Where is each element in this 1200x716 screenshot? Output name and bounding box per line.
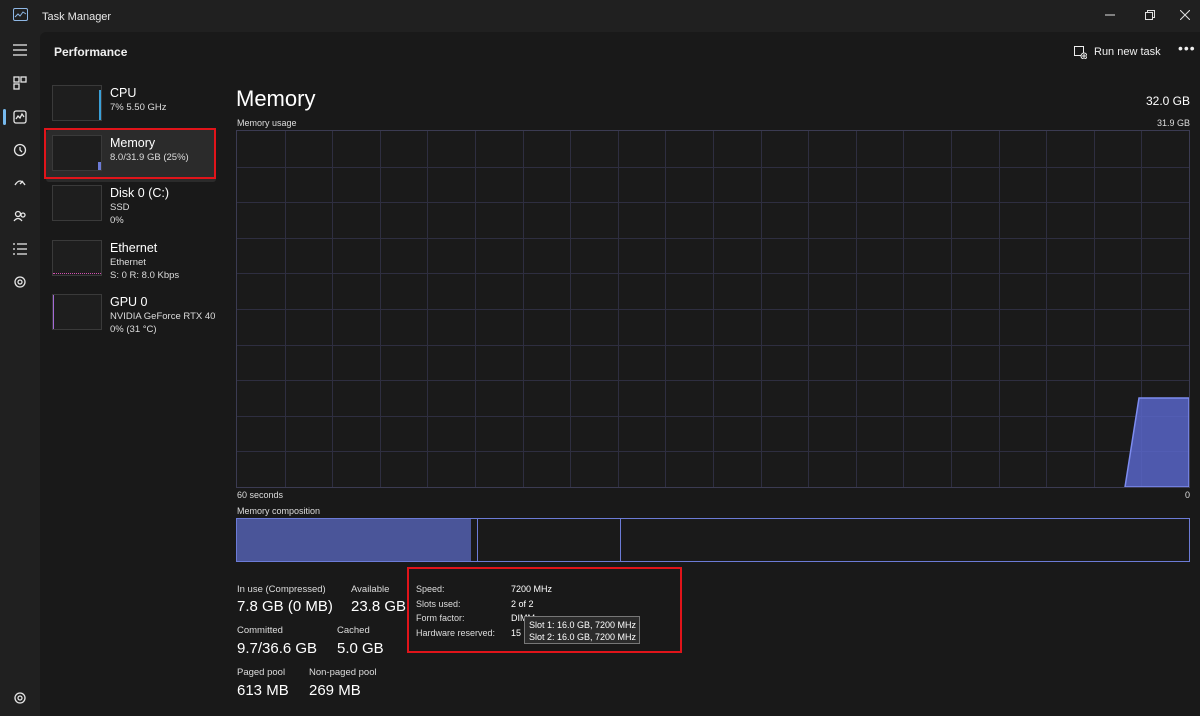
graph-time-end: 0 [1184,490,1190,500]
composition-in-use [237,519,471,561]
gpu-thumbnail-graph [52,294,102,330]
users-icon[interactable] [0,201,40,231]
cached-label: Cached [337,625,370,636]
memory-composition-label: Memory composition [237,506,321,516]
cached-value: 5.0 GB [337,640,384,657]
window-title: Task Manager [42,11,112,23]
processes-icon[interactable] [0,68,40,98]
hamburger-menu-icon[interactable] [0,35,40,65]
services-icon[interactable] [0,267,40,297]
available-label: Available [351,584,390,595]
page-title: Performance [54,45,128,59]
memory-usage-plot [237,131,1190,488]
memory-usage-graph [236,130,1190,488]
device-detail: SSD [110,202,130,213]
navigation-rail [0,32,40,716]
paged-pool-label: Paged pool [237,667,286,678]
memory-usage-label: Memory usage [237,118,297,128]
title-bar: Task Manager [0,0,1200,32]
device-item-disk[interactable]: Disk 0 (C:) SSD 0% [46,180,216,232]
in-use-label: In use (Compressed) [237,584,326,595]
device-item-ethernet[interactable]: Ethernet Ethernet S: 0 R: 8.0 Kbps [46,235,216,287]
available-value: 23.8 GB [351,598,407,615]
more-options-icon[interactable]: ••• [1178,40,1196,56]
content-area: Performance Run new task ••• CPU 7% 5.50… [40,32,1200,716]
app-history-icon[interactable] [0,135,40,165]
details-icon[interactable] [0,234,40,264]
settings-gear-icon[interactable] [0,683,40,713]
composition-standby [478,519,621,561]
device-detail: 0% [110,215,124,226]
device-name: CPU [110,86,137,100]
paged-pool-value: 613 MB [237,682,289,699]
memory-composition-bar [236,518,1190,562]
close-button[interactable] [1162,0,1200,30]
device-item-cpu[interactable]: CPU 7% 5.50 GHz [46,80,216,132]
memory-highlight-box [44,128,216,179]
device-detail: Ethernet [110,257,146,268]
device-detail: S: 0 R: 8.0 Kbps [110,270,180,281]
graph-time-start: 60 seconds [237,490,284,500]
composition-modified [471,519,478,561]
memory-usage-area [1124,397,1190,488]
device-detail: 7% 5.50 GHz [110,102,167,113]
composition-free [621,519,1189,561]
memory-heading: Memory [236,86,316,111]
nonpaged-pool-label: Non-paged pool [309,667,377,678]
committed-label: Committed [237,625,283,636]
in-use-value: 7.8 GB (0 MB) [237,598,333,615]
committed-value: 9.7/36.6 GB [237,640,318,657]
run-task-icon [1074,45,1087,59]
run-new-task-button[interactable]: Run new task [1074,43,1161,61]
memory-total: 32.0 GB [1145,94,1190,108]
device-name: Ethernet [110,241,158,255]
nonpaged-pool-value: 269 MB [309,682,361,699]
memory-usage-max: 31.9 GB [1156,118,1190,128]
device-item-gpu[interactable]: GPU 0 NVIDIA GeForce RTX 407 0% (31 °C) [46,289,216,341]
device-name: GPU 0 [110,295,148,309]
run-new-task-label: Run new task [1094,46,1161,58]
startup-apps-icon[interactable] [0,168,40,198]
device-detail: NVIDIA GeForce RTX 407 [110,311,216,322]
disk-thumbnail-graph [52,185,102,221]
device-name: Disk 0 (C:) [110,186,170,200]
device-detail: 0% (31 °C) [110,324,157,335]
cpu-thumbnail-graph [52,85,102,121]
ethernet-thumbnail-graph [52,240,102,276]
task-manager-app-icon [13,8,28,21]
performance-icon[interactable] [0,102,40,132]
specs-highlight-box [407,567,682,653]
